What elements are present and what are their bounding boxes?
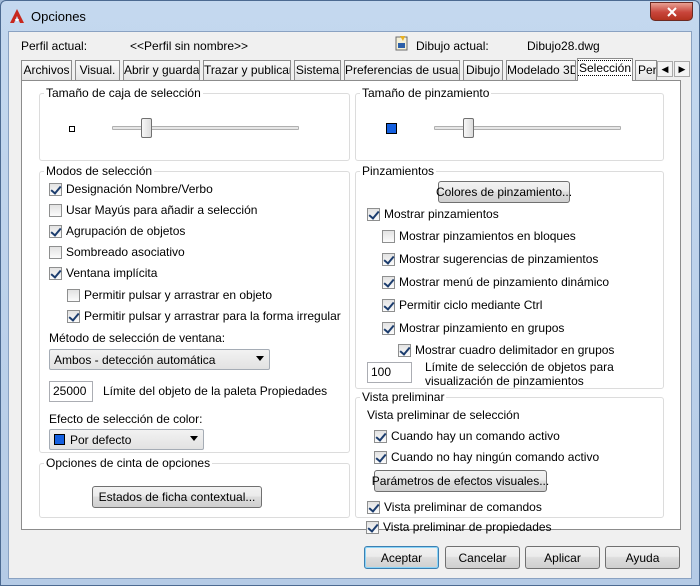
color-effect-value: Por defecto: [70, 432, 132, 447]
grip-object-limit-label-2: visualización de pinzamientos: [425, 374, 584, 388]
chevron-down-icon: [256, 356, 264, 361]
press-drag-lasso-check[interactable]: [67, 309, 80, 323]
property-preview-check[interactable]: [366, 520, 379, 534]
grip-size-preview: [386, 123, 397, 134]
pickbox-size-group: Tamaño de caja de selección: [39, 86, 350, 161]
grip-size-slider-thumb[interactable]: [463, 118, 474, 138]
preview-no-command-checkbox[interactable]: Cuando no hay ningún comando activo: [374, 450, 599, 464]
properties-limit-input[interactable]: 25000: [49, 381, 93, 402]
noun-verb-checkbox[interactable]: Designación Nombre/Verbo: [49, 182, 213, 196]
selection-modes-group: Modos de selección Designación Nombre/Ve…: [39, 164, 350, 453]
preview-no-command-check[interactable]: [374, 450, 387, 464]
color-effect-label: Efecto de selección de color:: [49, 412, 203, 426]
window-method-label: Método de selección de ventana:: [49, 331, 226, 345]
grip-colors-button[interactable]: Colores de pinzamiento...: [436, 181, 572, 203]
window-method-value: Ambos - detección automática: [54, 352, 216, 367]
seleccion-panel: Tamaño de caja de selección Modos de sel…: [21, 80, 681, 534]
dynamic-grip-menu-check[interactable]: [382, 275, 395, 289]
grip-size-group: Tamaño de pinzamiento: [355, 86, 664, 161]
help-button[interactable]: Ayuda: [605, 546, 680, 569]
tab-perfiles[interactable]: Per: [635, 60, 657, 80]
profile-value: <<Perfil sin nombre>>: [130, 39, 249, 53]
drawing-file-icon: [395, 36, 408, 51]
options-dialog: Opciones Perfil actual: <<Perfil sin nom…: [0, 0, 700, 586]
grips-in-blocks-checkbox[interactable]: Mostrar pinzamientos en bloques: [382, 229, 576, 243]
press-drag-object-check[interactable]: [67, 288, 80, 302]
apply-button[interactable]: Aplicar: [525, 546, 600, 569]
tab-preferencias[interactable]: Preferencias de usuario: [344, 60, 460, 80]
tab-dibujo[interactable]: Dibujo: [463, 60, 503, 80]
grips-in-blocks-check[interactable]: [382, 229, 395, 243]
selection-preview-label: Vista preliminar de selección: [367, 408, 520, 422]
selection-modes-title: Modos de selección: [44, 164, 155, 178]
shift-add-checkbox[interactable]: Usar Mayús para añadir a selección: [49, 203, 257, 217]
show-grips-checkbox[interactable]: Mostrar pinzamientos: [367, 207, 499, 221]
close-button[interactable]: [650, 2, 693, 21]
implied-window-checkbox[interactable]: Ventana implícita: [49, 266, 157, 280]
color-effect-select[interactable]: Por defecto: [49, 429, 204, 450]
profile-label: Perfil actual:: [21, 39, 88, 53]
grip-size-title: Tamaño de pinzamiento: [360, 86, 492, 100]
ribbon-options-title: Opciones de cinta de opciones: [44, 456, 213, 470]
preview-command-active-checkbox[interactable]: Cuando hay un comando activo: [374, 429, 560, 443]
object-grouping-check[interactable]: [49, 224, 62, 238]
tab-visual[interactable]: Visual.: [75, 60, 120, 80]
window-method-select[interactable]: Ambos - detección automática: [49, 349, 270, 370]
tab-abrir-guardar[interactable]: Abrir y guardar: [123, 60, 200, 80]
chevron-down-icon: [190, 436, 198, 441]
preview-command-active-check[interactable]: [374, 429, 387, 443]
grip-tips-checkbox[interactable]: Mostrar sugerencias de pinzamientos: [382, 252, 598, 266]
tab-sistema[interactable]: Sistema: [294, 60, 341, 80]
group-bbox-checkbox[interactable]: Mostrar cuadro delimitador en grupos: [398, 343, 614, 357]
tab-modelado-3d[interactable]: Modelado 3D: [506, 60, 576, 80]
ctrl-cycling-checkbox[interactable]: Permitir ciclo mediante Ctrl: [382, 298, 542, 312]
group-bbox-check[interactable]: [398, 343, 411, 357]
property-preview-checkbox[interactable]: Vista preliminar de propiedades: [366, 520, 552, 534]
show-grips-check[interactable]: [367, 207, 380, 221]
preview-title: Vista preliminar: [360, 390, 447, 404]
group-grip-checkbox[interactable]: Mostrar pinzamiento en grupos: [382, 321, 564, 335]
close-icon: [666, 6, 677, 17]
tab-scroll-left-icon[interactable]: ◀: [657, 61, 673, 77]
contextual-tab-states-button[interactable]: Estados de ficha contextual...: [92, 486, 262, 508]
dynamic-grip-menu-checkbox[interactable]: Mostrar menú de pinzamiento dinámico: [382, 275, 609, 289]
grip-tips-check[interactable]: [382, 252, 395, 266]
dialog-body: Perfil actual: <<Perfil sin nombre>> Dib…: [8, 31, 692, 579]
grips-group: Pinzamientos Colores de pinzamiento... M…: [355, 164, 664, 389]
autocad-logo-icon: [10, 9, 24, 23]
title-bar[interactable]: Opciones: [1, 1, 699, 31]
accept-button[interactable]: Aceptar: [364, 546, 439, 569]
window-title: Opciones: [31, 9, 86, 24]
press-drag-object-checkbox[interactable]: Permitir pulsar y arrastrar en objeto: [67, 288, 272, 302]
tab-archivos[interactable]: Archivos: [21, 60, 72, 80]
visual-effects-settings-button[interactable]: Parámetros de efectos visuales...: [372, 470, 549, 492]
associative-hatch-check[interactable]: [49, 245, 62, 259]
ribbon-options-group: Opciones de cinta de opciones Estados de…: [39, 456, 350, 518]
properties-limit-label: Límite del objeto de la paleta Propiedad…: [103, 384, 328, 398]
cancel-button[interactable]: Cancelar: [445, 546, 520, 569]
pickbox-slider-thumb[interactable]: [141, 118, 152, 138]
drawing-value: Dibujo28.dwg: [527, 39, 600, 53]
shift-add-check[interactable]: [49, 203, 62, 217]
group-grip-check[interactable]: [382, 321, 395, 335]
noun-verb-check[interactable]: [49, 182, 62, 196]
pickbox-preview: [69, 126, 75, 132]
grips-title: Pinzamientos: [360, 164, 437, 178]
grip-object-limit-label-1: Límite de selección de objetos para: [425, 360, 614, 374]
implied-window-check[interactable]: [49, 266, 62, 280]
associative-hatch-checkbox[interactable]: Sombreado asociativo: [49, 245, 185, 259]
drawing-label: Dibujo actual:: [416, 39, 489, 53]
tab-scroll-right-icon[interactable]: ▶: [674, 61, 690, 77]
tab-seleccion[interactable]: Selección: [577, 58, 633, 81]
tab-trazar-publicar[interactable]: Trazar y publicar: [203, 60, 291, 80]
command-preview-check[interactable]: [367, 500, 380, 514]
command-preview-checkbox[interactable]: Vista preliminar de comandos: [367, 500, 542, 514]
press-drag-lasso-checkbox[interactable]: Permitir pulsar y arrastrar para la form…: [67, 309, 341, 323]
preview-group: Vista preliminar Vista preliminar de sel…: [355, 390, 664, 518]
ctrl-cycling-check[interactable]: [382, 298, 395, 312]
grip-object-limit-input[interactable]: 100: [367, 362, 412, 383]
pickbox-size-title: Tamaño de caja de selección: [44, 86, 203, 100]
color-swatch: [54, 434, 65, 445]
object-grouping-checkbox[interactable]: Agrupación de objetos: [49, 224, 185, 238]
